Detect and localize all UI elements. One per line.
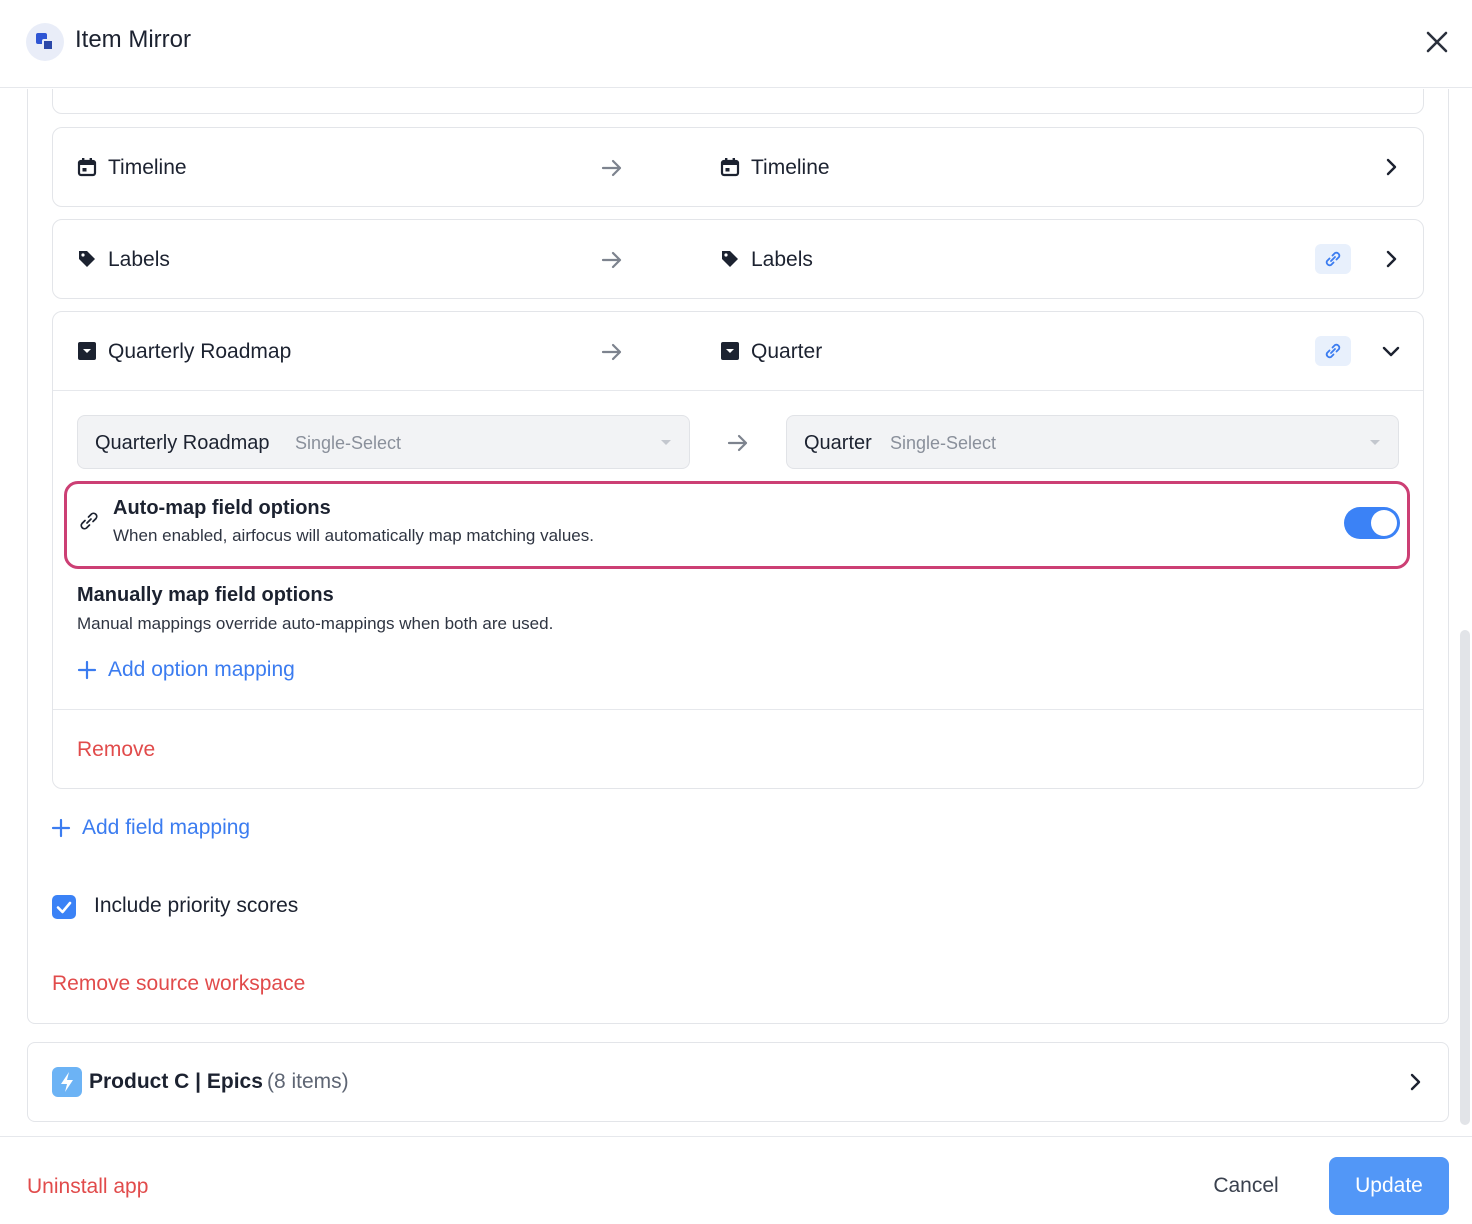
tag-icon (722, 251, 738, 267)
arrow-right-icon (601, 159, 622, 177)
mapping-card-partial (52, 89, 1424, 114)
manual-map-title: Manually map field options (77, 584, 334, 606)
plus-icon (51, 818, 71, 838)
caret-down-icon (661, 440, 671, 445)
source-field-label: Timeline (108, 156, 187, 179)
divider (53, 709, 1423, 710)
mapping-row-labels[interactable]: Labels Labels (52, 219, 1424, 299)
link-icon (1325, 343, 1341, 359)
tag-icon (79, 251, 95, 267)
auto-map-link-badge[interactable] (1315, 244, 1351, 274)
caret-down-icon (1370, 440, 1380, 445)
include-priority-checkbox[interactable] (52, 895, 76, 919)
workspace-name: Product C | Epics (89, 1070, 263, 1093)
checkmark-icon (56, 901, 72, 914)
close-button[interactable] (1420, 25, 1454, 59)
arrow-right-icon (601, 343, 622, 361)
add-option-mapping-button[interactable]: Add option mapping (108, 658, 295, 682)
dropdown-select-icon (78, 342, 96, 360)
chevron-right-icon[interactable] (1380, 156, 1402, 178)
remove-mapping-button[interactable]: Remove (77, 738, 155, 762)
lightning-icon (52, 1067, 82, 1097)
calendar-icon (77, 158, 97, 177)
source-field-label: Quarterly Roadmap (108, 340, 292, 363)
target-field-select[interactable]: Quarter Single-Select (786, 415, 1399, 469)
arrow-right-icon (727, 434, 748, 452)
divider (53, 390, 1423, 391)
source-field-label: Labels (108, 248, 170, 271)
link-icon (1325, 251, 1341, 267)
chevron-down-icon[interactable] (1380, 340, 1402, 362)
mapping-row-timeline[interactable]: Timeline Timeline (52, 127, 1424, 207)
unlink-icon (80, 512, 98, 530)
automap-toggle[interactable] (1344, 507, 1400, 539)
workspace-card-product-c-epics[interactable]: Product C | Epics (8 items) (27, 1042, 1449, 1122)
chevron-right-icon[interactable] (1380, 248, 1402, 270)
uninstall-app-button[interactable]: Uninstall app (27, 1175, 148, 1199)
chevron-right-icon (1410, 1073, 1421, 1091)
dialog-footer: Uninstall app Cancel Update (0, 1136, 1472, 1224)
settings-scroll-area[interactable]: Timeline Timeline Labels Labels Quarterl… (0, 89, 1472, 1136)
auto-map-link-badge[interactable] (1315, 336, 1351, 366)
toggle-knob (1371, 510, 1397, 536)
include-priority-label: Include priority scores (94, 894, 299, 917)
plus-icon (77, 660, 97, 680)
item-mirror-app-icon (26, 23, 64, 61)
workspace-item-count: (8 items) (267, 1070, 349, 1093)
target-field-label: Quarter (751, 340, 823, 363)
dialog-header: Item Mirror (0, 0, 1472, 88)
automap-description: When enabled, airfocus will automaticall… (113, 526, 594, 545)
target-field-label: Labels (751, 248, 813, 271)
manual-map-description: Manual mappings override auto-mappings w… (77, 614, 554, 633)
update-button[interactable]: Update (1329, 1157, 1449, 1215)
scrollbar[interactable] (1460, 630, 1470, 1125)
close-icon (1426, 31, 1448, 53)
dialog-title: Item Mirror (75, 26, 191, 53)
target-field-label: Timeline (751, 156, 830, 179)
source-field-select[interactable]: Quarterly Roadmap Single-Select (77, 415, 690, 469)
add-field-mapping-button[interactable]: Add field mapping (82, 816, 250, 840)
automap-title: Auto-map field options (113, 497, 331, 519)
dropdown-select-icon (721, 342, 739, 360)
calendar-icon (720, 158, 740, 177)
remove-source-workspace-button[interactable]: Remove source workspace (52, 972, 305, 996)
automap-highlight (64, 481, 1410, 569)
cancel-button[interactable]: Cancel (1190, 1157, 1302, 1215)
arrow-right-icon (601, 251, 622, 269)
